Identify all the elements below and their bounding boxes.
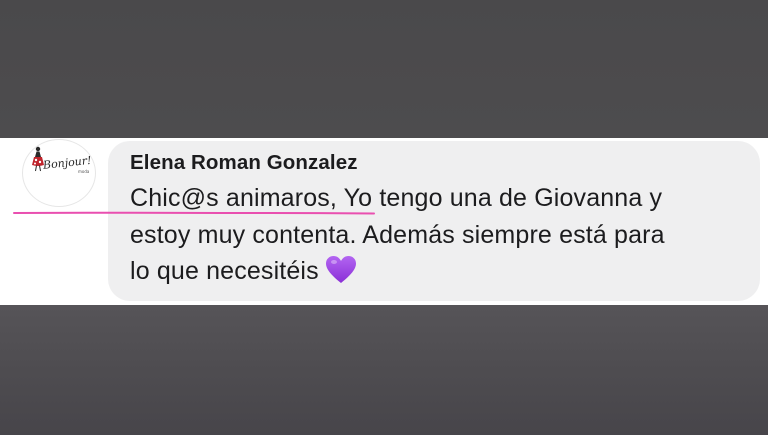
background-bottom [0, 305, 768, 435]
comment-line-3: lo que necesitéis [130, 253, 742, 290]
comment-bubble[interactable]: Elena Roman Gonzalez Chic@s animaros, Yo… [108, 141, 760, 301]
boutique-logo-avatar: Bonjour! moda [32, 146, 92, 174]
comment-author[interactable]: Elena Roman Gonzalez [130, 150, 742, 176]
logo-subtext: moda [78, 169, 90, 174]
comment-line-2: estoy muy contenta. Además siempre está … [130, 220, 665, 249]
comment-line-3-text: lo que necesitéis [130, 257, 319, 285]
background-top [0, 0, 768, 138]
avatar[interactable]: Bonjour! moda [22, 139, 96, 207]
highlight-underline [13, 211, 375, 215]
purple-heart-icon [325, 256, 356, 283]
comment-text: Chic@s animaros, Yo tengo una de Giovann… [130, 180, 742, 290]
